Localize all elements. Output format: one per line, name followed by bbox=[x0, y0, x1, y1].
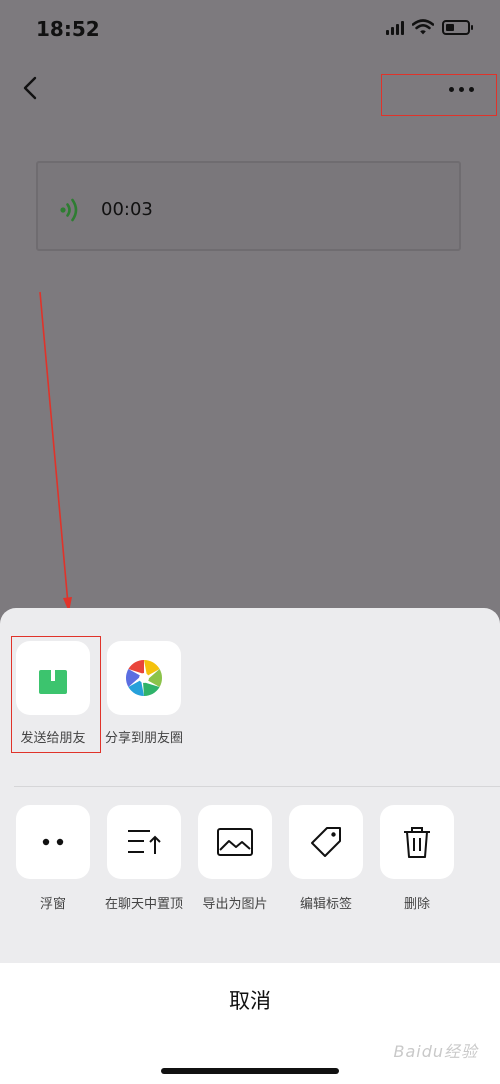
wifi-icon bbox=[412, 19, 434, 35]
share-to-moments-button[interactable]: 分享到朋友圈 bbox=[98, 641, 190, 746]
status-bar: 18:52 bbox=[0, 0, 500, 60]
action-tile bbox=[107, 805, 181, 879]
tag-icon bbox=[311, 827, 341, 857]
cancel-button[interactable]: 取消 bbox=[0, 963, 500, 1037]
export-image-button[interactable]: 导出为图片 bbox=[189, 805, 281, 912]
action-tile bbox=[198, 805, 272, 879]
delete-button[interactable]: 删除 bbox=[371, 805, 463, 912]
action-label: 删除 bbox=[403, 897, 430, 912]
home-indicator[interactable] bbox=[161, 1068, 339, 1074]
action-label: 导出为图片 bbox=[202, 897, 268, 912]
voice-wave-icon bbox=[60, 198, 78, 222]
action-label: 浮窗 bbox=[39, 897, 66, 912]
action-label: 编辑标签 bbox=[299, 897, 352, 912]
float-window-icon bbox=[42, 838, 64, 846]
status-time: 18:52 bbox=[36, 17, 100, 41]
chevron-left-icon[interactable] bbox=[18, 72, 48, 104]
annotation-highlight-box bbox=[11, 636, 101, 753]
action-tile bbox=[289, 805, 363, 879]
share-label: 分享到朋友圈 bbox=[104, 731, 183, 746]
action-label: 在聊天中置顶 bbox=[104, 897, 183, 912]
voice-message-card[interactable] bbox=[36, 161, 461, 251]
image-icon bbox=[217, 828, 253, 856]
moments-aperture-icon bbox=[125, 660, 163, 696]
action-tile bbox=[380, 805, 454, 879]
float-window-button[interactable]: 浮窗 bbox=[7, 805, 99, 912]
edit-tag-button[interactable]: 编辑标签 bbox=[280, 805, 372, 912]
sheet-divider bbox=[14, 786, 500, 787]
signal-icon bbox=[386, 19, 404, 35]
pin-top-icon bbox=[128, 830, 161, 854]
action-tile bbox=[16, 805, 90, 879]
more-dots-icon bbox=[449, 86, 474, 92]
share-tile bbox=[107, 641, 181, 715]
more-button[interactable] bbox=[381, 74, 497, 116]
watermark: Baidu经验 bbox=[393, 1042, 478, 1061]
battery-icon bbox=[442, 19, 473, 35]
trash-icon bbox=[404, 827, 430, 858]
cancel-bar: 取消 bbox=[0, 963, 500, 1084]
voice-duration: 00:03 bbox=[101, 199, 153, 220]
pin-top-button[interactable]: 在聊天中置顶 bbox=[98, 805, 190, 912]
status-icons bbox=[386, 19, 473, 35]
